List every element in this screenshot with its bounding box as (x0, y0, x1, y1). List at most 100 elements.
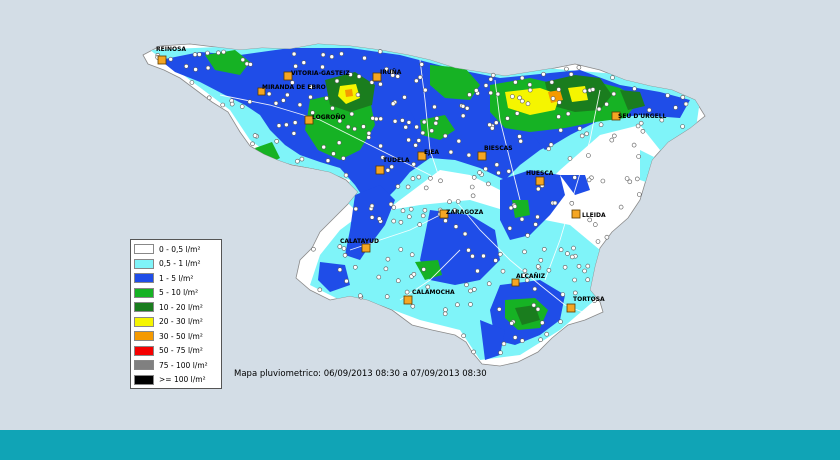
station-dot (481, 253, 486, 259)
station-dot (468, 288, 473, 294)
station-dot (567, 156, 573, 161)
station-dot (466, 247, 471, 253)
station-dot (496, 170, 501, 176)
legend-swatch (134, 273, 154, 284)
svg-text:CALATAYUD: CALATAYUD (340, 238, 379, 245)
station-dot (618, 204, 624, 210)
station-dot (486, 181, 491, 187)
legend-swatch (134, 258, 154, 269)
svg-text:EJEA: EJEA (424, 149, 439, 156)
station-dot (453, 224, 459, 229)
station-dot (488, 90, 494, 96)
station-dot (325, 158, 331, 163)
legend-item: 30 - 50 l/m² (134, 329, 218, 344)
station-dot (525, 233, 530, 238)
station-dot (429, 128, 435, 133)
station-dot (411, 162, 417, 167)
station-dot (475, 268, 480, 274)
station-dot (509, 320, 514, 326)
svg-text:ALCAÑIZ: ALCAÑIZ (516, 273, 546, 280)
station-dot (471, 175, 477, 180)
station-dot (468, 302, 473, 307)
station-dot (590, 87, 596, 92)
station-dot (343, 172, 349, 178)
legend-label: 0,5 - 1 l/m² (159, 259, 201, 269)
station-dot (610, 75, 615, 80)
legend-label: 30 - 50 l/m² (159, 331, 203, 341)
legend-swatch (134, 302, 154, 313)
station-dot (293, 63, 298, 69)
station-dot (192, 52, 198, 57)
station-dot (505, 116, 510, 121)
station-dot (508, 205, 514, 211)
station-dot (392, 119, 398, 124)
legend-item: 1 - 5 l/m² (134, 271, 218, 286)
station-dot (349, 111, 355, 117)
station-dot (535, 264, 541, 269)
station-dot (477, 170, 482, 175)
station-dot (518, 138, 524, 144)
station-dot (519, 338, 525, 344)
station-dot (402, 95, 407, 100)
station-dot (640, 129, 646, 134)
station-dot (680, 124, 685, 129)
station-dot (627, 179, 633, 185)
station-dot (395, 184, 401, 189)
station-dot (560, 292, 566, 297)
station-dot (497, 252, 503, 257)
station-dot (533, 222, 538, 227)
station-dot (512, 204, 518, 209)
station-dot (321, 144, 327, 150)
station-dot (517, 134, 522, 139)
city-lleida[interactable]: LLEIDA (571, 209, 606, 219)
legend-label: 20 - 30 l/m² (159, 317, 203, 327)
station-dot (416, 174, 422, 180)
legend-label: 50 - 75 l/m² (159, 346, 203, 356)
station-dot (483, 166, 488, 172)
station-dot (341, 246, 347, 251)
station-dot (489, 125, 495, 131)
station-dot (205, 50, 210, 56)
station-dot (462, 231, 468, 237)
station-dot (299, 156, 305, 162)
station-dot (519, 75, 525, 81)
legend-label: >= 100 l/m² (159, 375, 206, 385)
station-dot (546, 146, 552, 152)
svg-text:LOGROÑO: LOGROÑO (312, 114, 345, 121)
station-dot (419, 62, 425, 67)
station-dot (378, 116, 384, 122)
station-dot (556, 114, 561, 119)
station-dot (406, 137, 411, 143)
station-dot (494, 162, 500, 167)
svg-text:BIESCAS: BIESCAS (484, 145, 513, 152)
station-dot (646, 107, 652, 113)
station-dot (353, 206, 359, 212)
station-dot (398, 247, 404, 252)
station-dot (295, 158, 300, 164)
station-dot (301, 60, 307, 65)
station-dot (558, 247, 564, 252)
station-dot (576, 65, 582, 70)
station-dot (577, 126, 583, 131)
station-dot (631, 142, 637, 148)
station-dot (586, 153, 591, 158)
station-dot (506, 169, 512, 174)
legend-label: 1 - 5 l/m² (159, 273, 194, 283)
station-dot (467, 92, 472, 97)
legend-swatch (134, 374, 154, 385)
station-dot (297, 102, 303, 108)
station-dot (414, 124, 419, 130)
city-seu-durgell[interactable]: SEU D'URGELL (611, 111, 667, 121)
station-dot (522, 249, 527, 255)
station-dot (317, 287, 323, 293)
station-dot (460, 113, 466, 119)
station-dot (596, 106, 602, 112)
station-dot (624, 176, 630, 181)
station-dot (447, 199, 452, 204)
station-dot (433, 120, 439, 126)
station-dot (600, 178, 606, 184)
station-dot (395, 278, 401, 284)
station-dot (665, 93, 670, 98)
station-dot (376, 274, 382, 280)
station-dot (248, 62, 253, 67)
